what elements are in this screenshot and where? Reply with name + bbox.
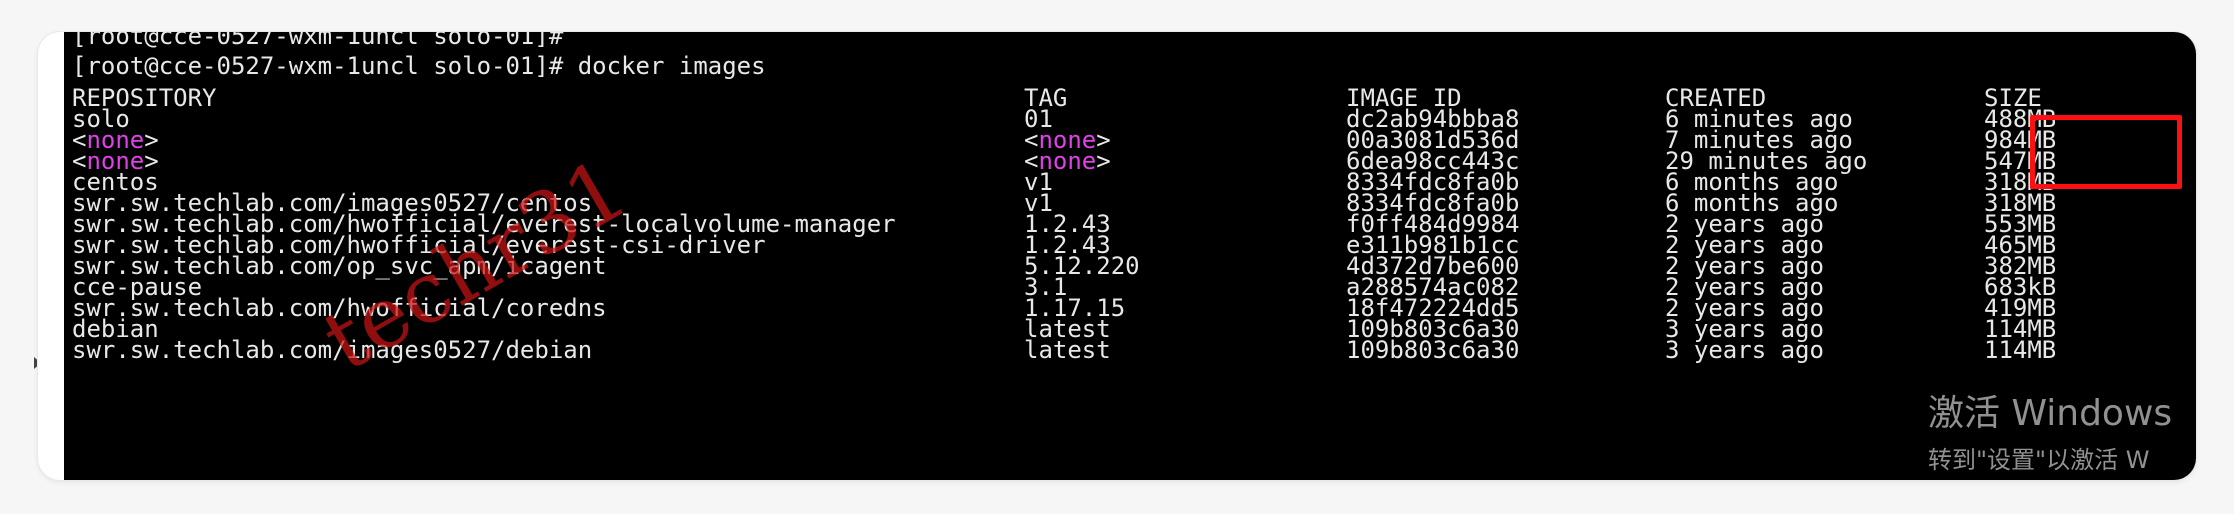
terminal-window[interactable]: [root@cce-0527-wxm-1uncl solo-01]# [root… (64, 32, 2196, 480)
size-cell: 114MB (1984, 336, 2057, 364)
size-highlight-box (2030, 115, 2182, 189)
created-cell: 3 years ago (1665, 336, 1824, 364)
command-prompt-line: [root@cce-0527-wxm-1uncl solo-01]# docke… (72, 52, 766, 80)
repo-cell: swr.sw.techlab.com/images0527/debian (72, 336, 593, 364)
table-row: swr.sw.techlab.com/images0527/debian late… (64, 335, 2196, 365)
previous-prompt-line: [root@cce-0527-wxm-1uncl solo-01]# (72, 32, 564, 50)
tag-cell: latest (1024, 336, 1111, 364)
windows-activation-title: 激活 Windows (1928, 393, 2173, 434)
screenshot-card: [root@cce-0527-wxm-1uncl solo-01]# [root… (38, 32, 2196, 480)
image-id-cell: 109b803c6a30 (1346, 336, 1520, 364)
windows-activation-hint: 转到"设置"以激活 W (1928, 446, 2150, 474)
